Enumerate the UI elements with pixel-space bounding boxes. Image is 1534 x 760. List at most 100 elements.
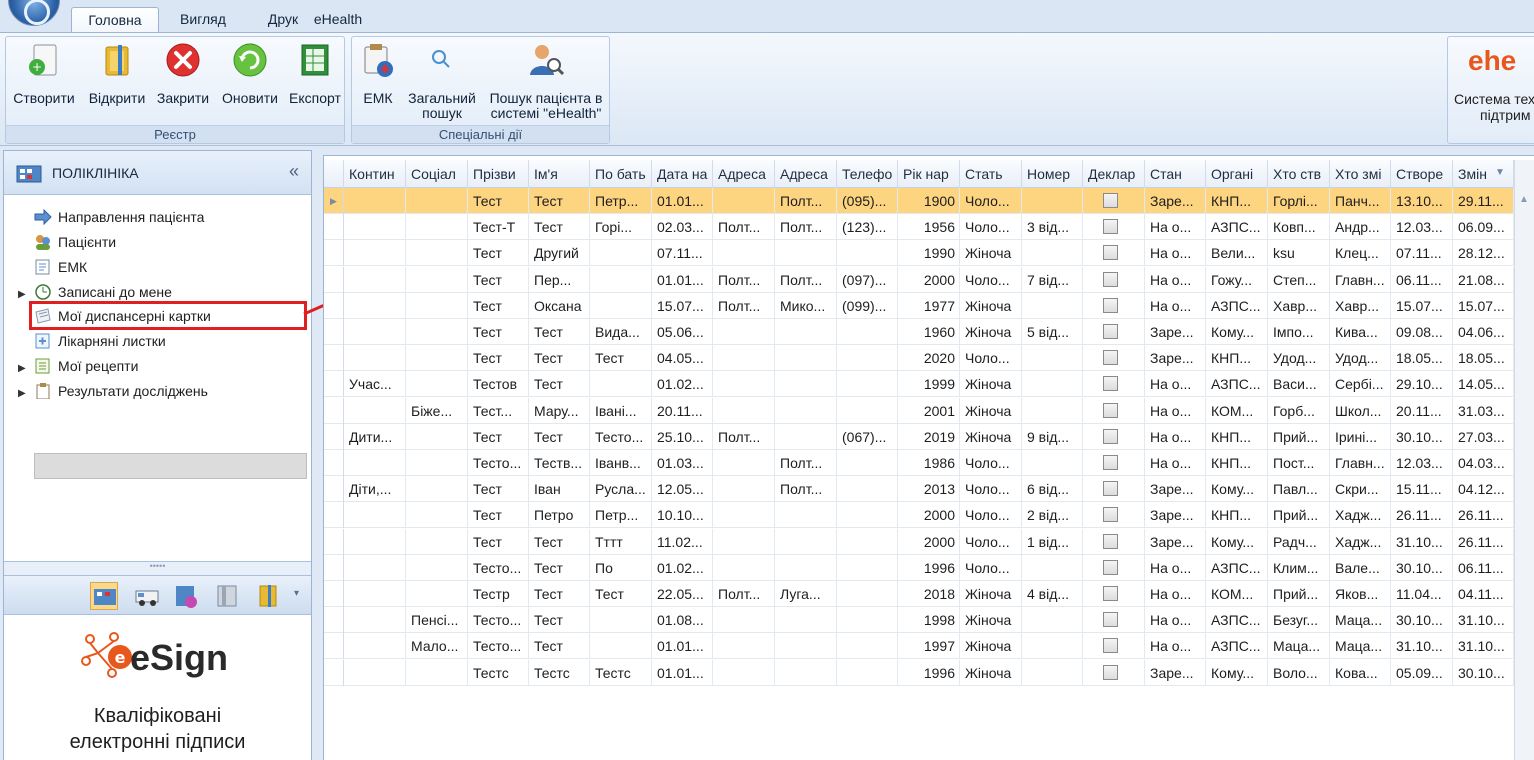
ehealth-support-button[interactable]: ehe Система тех підтрим: [1447, 36, 1534, 144]
declaration-checkbox[interactable]: [1103, 428, 1118, 444]
column-header[interactable]: По бать: [590, 160, 652, 188]
sort-desc-icon[interactable]: ▼: [1495, 167, 1505, 178]
row-indicator[interactable]: [324, 240, 344, 267]
table-row[interactable]: Тесто... Тест По 01.02... 1996 Чоло... На о...…: [324, 554, 1514, 581]
expand-icon[interactable]: ▶: [18, 382, 34, 406]
column-header[interactable]: Телефо: [837, 160, 898, 188]
declaration-checkbox[interactable]: [1103, 481, 1118, 497]
declaration-checkbox[interactable]: [1103, 586, 1118, 601]
table-row[interactable]: Діти,... Тест Іван Русла... 12.05... Полт... 2…: [324, 476, 1514, 503]
table-row[interactable]: Тестс Тестс Тестс 01.01... 1996 Жіноча Заре...…: [324, 659, 1514, 686]
table-row[interactable]: Тест-Т Тест Горі... 02.03... Полт... Полт...(…: [324, 214, 1514, 241]
table-row[interactable]: Тест Оксана 15.07... Полт... Мико... (099)...…: [324, 292, 1514, 319]
nav-item-patient-referral[interactable]: Направлення пацієнта: [18, 205, 204, 229]
scroll-up-icon[interactable]: ▲: [1519, 194, 1529, 205]
row-indicator[interactable]: [324, 450, 344, 476]
row-indicator[interactable]: [324, 345, 344, 372]
current-row-indicator-icon[interactable]: ▶: [324, 188, 344, 214]
declaration-checkbox[interactable]: [1103, 193, 1118, 208]
application-menu-button[interactable]: [8, 0, 60, 26]
row-indicator[interactable]: [324, 397, 344, 424]
declaration-checkbox[interactable]: [1103, 219, 1118, 235]
declaration-checkbox[interactable]: [1103, 324, 1118, 339]
refresh-button[interactable]: Оновити: [218, 41, 282, 106]
table-row[interactable]: Пенсі... Тесто... Тест 01.08... 1998 Жіноча На…: [324, 607, 1514, 634]
tab-ehealth[interactable]: eHealth: [303, 7, 373, 33]
expand-icon[interactable]: ▶: [18, 357, 34, 381]
declaration-checkbox[interactable]: [1103, 350, 1118, 366]
nav-item-emk[interactable]: ЕМК: [18, 255, 87, 279]
create-button[interactable]: + Створити: [10, 41, 78, 106]
nav-item-patients[interactable]: Пацієнти: [18, 230, 116, 254]
row-indicator[interactable]: [324, 371, 344, 398]
close-button[interactable]: Закрити: [152, 41, 214, 106]
table-row[interactable]: Тестр Тест Тест 22.05... Полт... Луга... 2018 Ж…: [324, 581, 1514, 607]
row-indicator[interactable]: [324, 266, 344, 293]
column-header[interactable]: Деклар: [1083, 160, 1145, 188]
polyclinic-module-icon[interactable]: [90, 582, 118, 610]
declaration-checkbox[interactable]: [1103, 638, 1118, 654]
row-indicator[interactable]: [324, 292, 344, 319]
lab-module-icon[interactable]: [172, 582, 200, 610]
table-row[interactable]: Учас... Тестов Тест 01.02... 1999 Жіноча На о.…: [324, 371, 1514, 398]
nav-item-sick-leaves[interactable]: Лікарняні листки: [18, 329, 166, 353]
column-header[interactable]: Створе: [1391, 160, 1453, 188]
column-header[interactable]: Адреса: [713, 160, 775, 188]
table-row[interactable]: Дити... Тест Тест Тесто... 25.10... Полт... (0…: [324, 423, 1514, 450]
declaration-checkbox[interactable]: [1103, 402, 1118, 418]
table-row[interactable]: Тест Пер... 01.01... Полт... Полт... (097)...…: [324, 266, 1514, 293]
emk-button[interactable]: ЕМК: [356, 41, 400, 106]
ehealth-patient-search-button[interactable]: Пошук пацієнта в системі "eHealth": [484, 41, 608, 121]
declaration-checkbox[interactable]: [1103, 507, 1118, 523]
column-header[interactable]: Номер: [1022, 160, 1083, 188]
table-row[interactable]: Тесто... Теств... Іванв... 01.03... Полт... 1…: [324, 450, 1514, 476]
table-row[interactable]: Тест Тест Тттт 11.02... 2000 Чоло... 1 від... З…: [324, 528, 1514, 555]
column-header[interactable]: Прізви: [468, 160, 529, 188]
panel-splitter[interactable]: •••••: [4, 561, 311, 575]
row-indicator[interactable]: [324, 528, 344, 555]
row-indicator[interactable]: [324, 659, 344, 686]
declaration-checkbox[interactable]: [1103, 664, 1118, 680]
export-button[interactable]: Експорт: [284, 41, 346, 106]
folder-module-icon[interactable]: [254, 582, 282, 610]
column-header[interactable]: Адреса: [775, 160, 837, 188]
column-header[interactable]: Контин: [344, 160, 406, 188]
row-indicator[interactable]: [324, 423, 344, 450]
declaration-checkbox[interactable]: [1103, 612, 1118, 628]
tab-view[interactable]: Вигляд: [168, 7, 238, 33]
declaration-checkbox[interactable]: [1103, 533, 1118, 549]
row-indicator[interactable]: [324, 476, 344, 503]
table-row[interactable]: Мало... Тесто... Тест 01.01... 1997 Жіноча На …: [324, 633, 1514, 660]
declaration-checkbox[interactable]: [1103, 376, 1118, 392]
column-header[interactable]: Ім'я: [529, 160, 590, 188]
declaration-checkbox[interactable]: [1103, 271, 1118, 287]
declaration-checkbox[interactable]: [1103, 297, 1118, 313]
vertical-scrollbar[interactable]: ▲: [1514, 160, 1534, 760]
collapse-panel-button[interactable]: «: [289, 161, 299, 182]
nav-item-research-results[interactable]: ▶ Результати досліджень: [18, 379, 208, 403]
column-header[interactable]: Соціал: [406, 160, 468, 188]
nav-item-my-prescriptions[interactable]: ▶ Мої рецепти: [18, 354, 138, 378]
row-indicator[interactable]: [324, 607, 344, 634]
archive-module-icon[interactable]: [214, 582, 242, 610]
table-row[interactable]: Біже... Тест... Мару... Івані... 20.11... 200…: [324, 397, 1514, 424]
table-row[interactable]: Тест Другий 07.11... 1990 Жіноча На о... Вели.…: [324, 240, 1514, 267]
table-row[interactable]: ▶ Тест Тест Петр... 01.01... Полт... (095)... 1…: [324, 188, 1514, 214]
ambulance-module-icon[interactable]: [134, 582, 162, 610]
declaration-checkbox[interactable]: [1103, 245, 1118, 261]
table-row[interactable]: Тест Тест Вида... 05.06... 1960 Жіноча 5 від..…: [324, 319, 1514, 345]
column-header[interactable]: Хто змі: [1330, 160, 1391, 188]
row-indicator[interactable]: [324, 214, 344, 241]
open-button[interactable]: Відкрити: [84, 41, 150, 106]
general-search-button[interactable]: Загальний пошук: [404, 41, 480, 121]
column-header[interactable]: Стан: [1145, 160, 1206, 188]
row-indicator[interactable]: [324, 554, 344, 581]
column-header[interactable]: Рік нар: [898, 160, 960, 188]
table-row[interactable]: Тест Тест Тест 04.05... 2020 Чоло... Заре... КН…: [324, 345, 1514, 372]
row-indicator[interactable]: [324, 502, 344, 529]
toolbar-overflow-icon[interactable]: ▾: [294, 588, 299, 599]
declaration-checkbox[interactable]: [1103, 559, 1118, 575]
column-header[interactable]: Дата на: [652, 160, 713, 188]
column-header[interactable]: Стать: [960, 160, 1022, 188]
column-header[interactable]: Хто ств: [1268, 160, 1330, 188]
